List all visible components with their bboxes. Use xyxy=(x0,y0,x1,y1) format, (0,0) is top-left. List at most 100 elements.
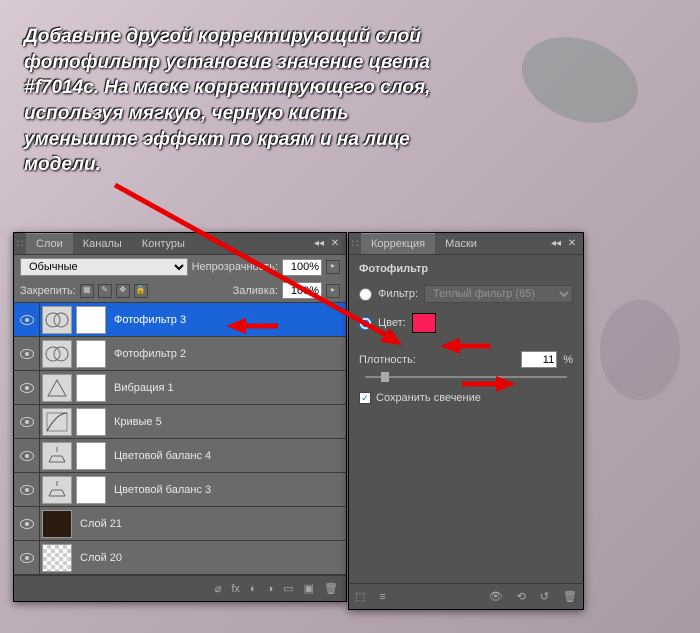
layer-name: Цветовой баланс 3 xyxy=(114,484,211,496)
tab-masks[interactable]: Маски xyxy=(435,234,487,254)
mask-thumb[interactable] xyxy=(76,340,106,368)
mask-thumb[interactable] xyxy=(76,374,106,402)
delete-icon[interactable]: 🗑 xyxy=(324,582,338,595)
layer-row[interactable]: Кривые 5 xyxy=(14,405,346,439)
close-icon[interactable]: ✕ xyxy=(328,237,342,251)
layer-name: Слой 20 xyxy=(80,552,122,564)
eye-icon xyxy=(20,553,34,563)
trash-icon[interactable]: 🗑 xyxy=(563,590,577,603)
eye-icon xyxy=(20,519,34,529)
mask-thumb[interactable] xyxy=(76,306,106,334)
adjustment-thumb[interactable] xyxy=(42,476,72,504)
grip-icon: ∷ xyxy=(14,237,26,250)
visibility-toggle[interactable] xyxy=(14,405,40,439)
correction-panel-header: ∷ Коррекция Маски ◂◂ ✕ xyxy=(349,233,583,255)
opacity-arrow-icon[interactable]: ▸ xyxy=(326,260,340,274)
layer-row[interactable]: Слой 21 xyxy=(14,507,346,541)
layers-footer: ⌀ fx ◐ ◑ ▭ ▣ 🗑 xyxy=(14,575,346,601)
layer-name: Цветовой баланс 4 xyxy=(114,450,211,462)
layer-name: Фотофильтр 3 xyxy=(114,314,186,326)
tab-correction[interactable]: Коррекция xyxy=(361,233,435,254)
grip-icon: ∷ xyxy=(349,237,361,250)
visibility-toggle[interactable] xyxy=(14,371,40,405)
layer-thumb[interactable] xyxy=(42,544,72,572)
layers-panel-header: ∷ Слои Каналы Контуры ◂◂ ✕ xyxy=(14,233,346,255)
preserve-label: Сохранить свечение xyxy=(376,392,481,404)
lock-transparency-icon[interactable]: ▦ xyxy=(80,284,94,298)
preset-icon[interactable]: ≡ xyxy=(379,591,385,603)
collapse-icon[interactable]: ◂◂ xyxy=(312,237,326,251)
adjustment-thumb[interactable] xyxy=(42,306,72,334)
adjustment-thumb[interactable] xyxy=(42,340,72,368)
photofilter-icon xyxy=(44,308,70,332)
visibility-toggle[interactable] xyxy=(14,541,40,575)
layer-row[interactable]: Слой 20 xyxy=(14,541,346,575)
tab-layers[interactable]: Слои xyxy=(26,233,73,254)
visibility-toggle[interactable] xyxy=(14,473,40,507)
filter-radio[interactable] xyxy=(359,288,372,301)
link-icon[interactable]: ⌀ xyxy=(215,582,222,595)
layer-name: Слой 21 xyxy=(80,518,122,530)
visibility-toggle[interactable] xyxy=(14,439,40,473)
layer-thumb[interactable] xyxy=(42,510,72,538)
fill-arrow-icon[interactable]: ▸ xyxy=(326,284,340,298)
filter-select[interactable]: Теплый фильтр (85) xyxy=(424,285,573,303)
eye-icon xyxy=(20,315,34,325)
layer-row[interactable]: Фотофильтр 3 xyxy=(14,303,346,337)
density-label: Плотность: xyxy=(359,354,416,366)
opacity-input[interactable] xyxy=(282,259,322,276)
visibility-toggle[interactable] xyxy=(14,337,40,371)
close-icon[interactable]: ✕ xyxy=(565,237,579,251)
group-icon[interactable]: ▭ xyxy=(283,582,293,595)
color-radio[interactable] xyxy=(359,317,372,330)
density-slider[interactable] xyxy=(365,376,567,378)
correction-panel: ∷ Коррекция Маски ◂◂ ✕ Фотофильтр Фильтр… xyxy=(348,232,584,610)
layer-row[interactable]: Вибрация 1 xyxy=(14,371,346,405)
blend-mode-select[interactable]: Обычные xyxy=(20,258,188,276)
color-balance-icon xyxy=(44,478,70,502)
eye-icon xyxy=(20,451,34,461)
adjustment-thumb[interactable] xyxy=(42,442,72,470)
eye-icon xyxy=(20,485,34,495)
fill-input[interactable] xyxy=(282,282,322,299)
layer-row[interactable]: Цветовой баланс 4 xyxy=(14,439,346,473)
layer-row[interactable]: Фотофильтр 2 xyxy=(14,337,346,371)
clip-icon[interactable]: ⬚ xyxy=(355,590,365,603)
adjustment-thumb[interactable] xyxy=(42,408,72,436)
reset2-icon[interactable]: ↺ xyxy=(540,590,549,603)
visibility-toggle[interactable] xyxy=(14,507,40,541)
view-icon[interactable]: 👁 xyxy=(489,590,503,603)
lock-position-icon[interactable]: ✥ xyxy=(116,284,130,298)
filter-label: Фильтр: xyxy=(378,288,418,300)
layer-list: Фотофильтр 3 Фотофильтр 2 Вибрация 1 Кри… xyxy=(14,303,346,575)
mask-thumb[interactable] xyxy=(76,442,106,470)
fill-label: Заливка: xyxy=(233,285,278,297)
adjustment-icon[interactable]: ◑ xyxy=(267,583,274,595)
mask-thumb[interactable] xyxy=(76,408,106,436)
reset-icon[interactable]: ⟲ xyxy=(517,590,526,603)
fx-icon[interactable]: fx xyxy=(231,583,240,595)
lock-all-icon[interactable]: 🔒 xyxy=(134,284,148,298)
adjustment-thumb[interactable] xyxy=(42,374,72,402)
visibility-toggle[interactable] xyxy=(14,303,40,337)
correction-body: Фотофильтр Фильтр: Теплый фильтр (85) Цв… xyxy=(349,255,583,412)
tab-paths[interactable]: Контуры xyxy=(132,234,195,254)
mask-thumb[interactable] xyxy=(76,476,106,504)
layer-name: Вибрация 1 xyxy=(114,382,174,394)
mask-icon[interactable]: ◐ xyxy=(250,583,257,595)
eye-icon xyxy=(20,383,34,393)
lock-pixels-icon[interactable]: ✎ xyxy=(98,284,112,298)
color-swatch[interactable] xyxy=(412,313,436,333)
correction-footer: ⬚ ≡ 👁 ⟲ ↺ 🗑 xyxy=(349,583,583,609)
preserve-checkbox[interactable]: ✓ xyxy=(359,392,371,404)
density-input[interactable] xyxy=(521,351,557,368)
layers-panel: ∷ Слои Каналы Контуры ◂◂ ✕ Обычные Непро… xyxy=(13,232,347,602)
layer-row[interactable]: Цветовой баланс 3 xyxy=(14,473,346,507)
lock-label: Закрепить: xyxy=(20,285,76,297)
collapse-icon[interactable]: ◂◂ xyxy=(549,237,563,251)
layer-name: Фотофильтр 2 xyxy=(114,348,186,360)
new-layer-icon[interactable]: ▣ xyxy=(304,582,314,595)
opacity-label: Непрозрачность: xyxy=(192,261,278,273)
instruction-text: Добавьте другой корректирующий слой фото… xyxy=(24,24,464,178)
tab-channels[interactable]: Каналы xyxy=(73,234,132,254)
